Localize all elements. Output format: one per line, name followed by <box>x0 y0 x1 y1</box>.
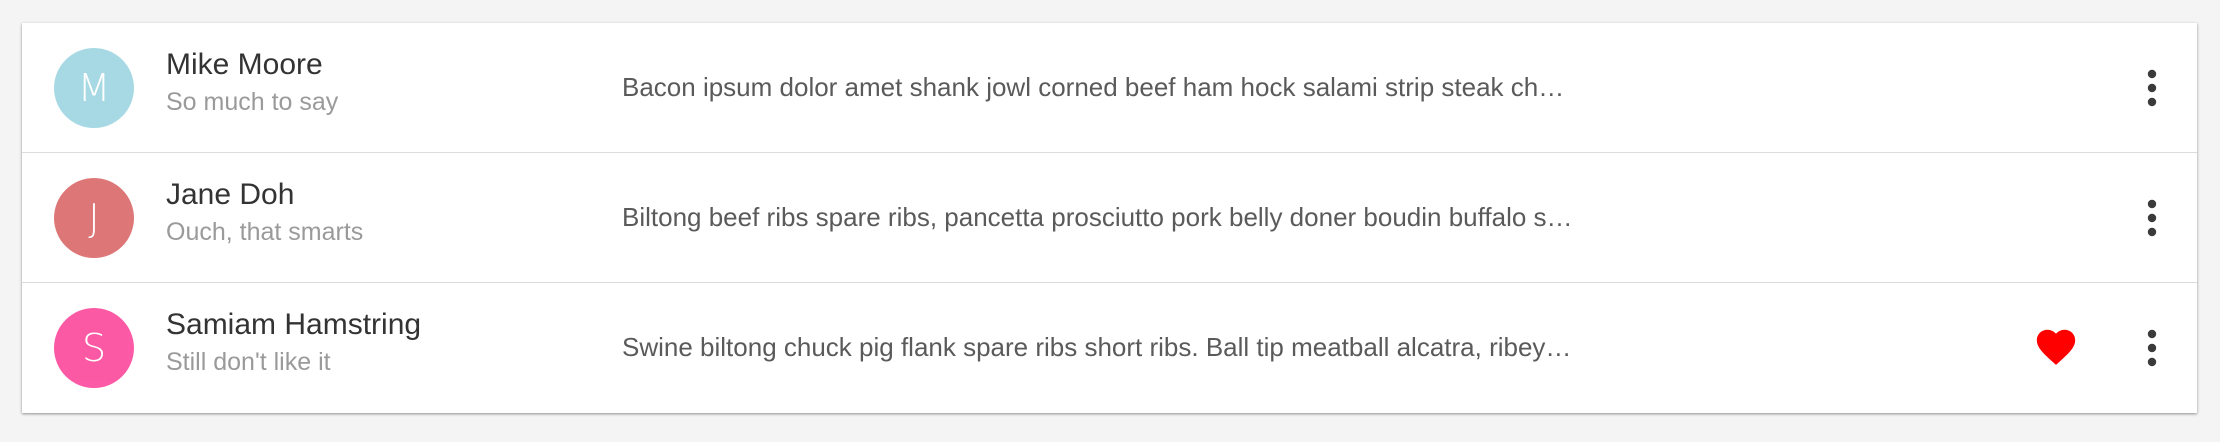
avatar: S <box>54 308 134 388</box>
message-preview: Bacon ipsum dolor amet shank jowl corned… <box>622 72 1565 102</box>
more-vert-icon[interactable] <box>2142 198 2162 238</box>
contact-name: Jane Doh <box>166 178 295 211</box>
avatar: J <box>54 178 134 258</box>
contact-subtitle: Still don't like it <box>166 348 331 376</box>
heart-icon[interactable] <box>2033 324 2079 370</box>
more-vert-icon[interactable] <box>2142 68 2162 108</box>
avatar: M <box>54 48 134 128</box>
contact-list: M Mike Moore So much to say Bacon ipsum … <box>22 23 2197 413</box>
contact-name: Samiam Hamstring <box>166 308 422 341</box>
contact-name: Mike Moore <box>166 48 323 81</box>
message-preview: Swine biltong chuck pig flank spare ribs… <box>622 332 1572 362</box>
list-item[interactable]: J Jane Doh Ouch, that smarts Biltong bee… <box>22 153 2197 283</box>
contact-subtitle: Ouch, that smarts <box>166 218 364 246</box>
more-vert-icon[interactable] <box>2142 328 2162 368</box>
message-preview: Biltong beef ribs spare ribs, pancetta p… <box>622 202 1573 232</box>
list-item[interactable]: M Mike Moore So much to say Bacon ipsum … <box>22 23 2197 153</box>
list-item[interactable]: S Samiam Hamstring Still don't like it S… <box>22 283 2197 413</box>
contact-subtitle: So much to say <box>166 88 339 116</box>
